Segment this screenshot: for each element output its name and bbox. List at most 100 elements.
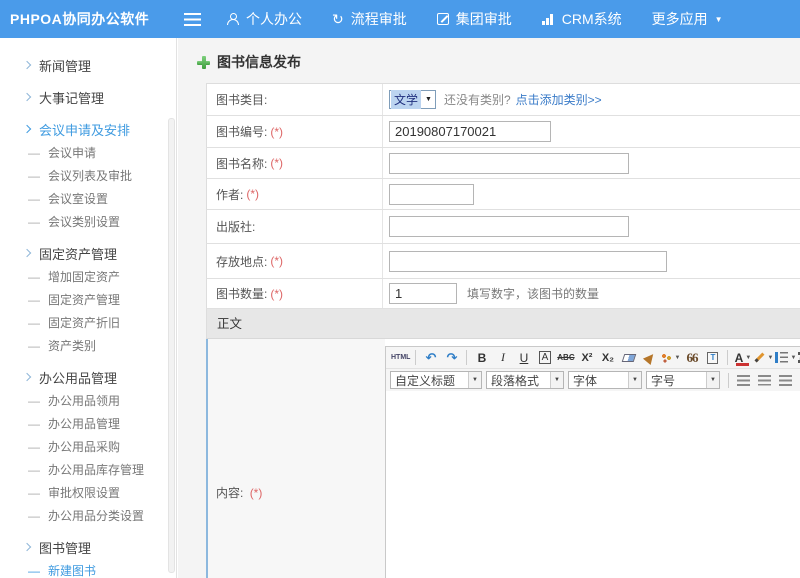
sidebar-item-21[interactable]: —新建图书 — [0, 559, 176, 578]
top-header: PHPOA协同办公软件 个人办公 ↻流程审批 集团审批 CRM系统 更多应用▼ — [0, 0, 800, 38]
sidebar-item-label: 办公用品库存管理 — [48, 461, 144, 478]
ordered-list-button[interactable]: ▼ — [775, 349, 796, 367]
chevron-down-icon: ▼ — [468, 372, 481, 388]
sidebar-item-5[interactable]: —会议列表及审批 — [0, 164, 176, 187]
sidebar-item-4[interactable]: —会议申请 — [0, 141, 176, 164]
font-style-box-button[interactable]: A — [535, 349, 554, 367]
bold-button[interactable]: B — [472, 349, 491, 367]
sidebar-item-label: 会议列表及审批 — [48, 167, 132, 184]
nav-item-2[interactable]: ↻流程审批 — [332, 9, 407, 29]
editor-content-area[interactable] — [386, 391, 800, 578]
sidebar-item-3[interactable]: 会议申请及安排 — [0, 117, 176, 141]
redo-button[interactable]: ↷ — [442, 349, 461, 367]
chart-icon — [542, 14, 555, 25]
field-input-6[interactable] — [389, 251, 667, 272]
bold-icon: B — [478, 351, 487, 365]
sidebar-item-label: 固定资产折旧 — [48, 314, 120, 331]
format-painter-button[interactable]: ▼ — [661, 349, 680, 367]
sidebar-item-label: 审批权限设置 — [48, 484, 120, 501]
sidebar-item-label: 增加固定资产 — [48, 268, 120, 285]
field-label-cell: 图书数量:(*) — [207, 279, 383, 308]
font-color-button[interactable]: A▼ — [733, 349, 752, 367]
sidebar-item-label: 图书管理 — [39, 538, 91, 557]
undo-button[interactable]: ↶ — [421, 349, 440, 367]
category-select-value: 文学 — [391, 90, 421, 109]
field-input-2[interactable] — [389, 121, 551, 142]
sidebar-item-label: 办公用品管理 — [48, 415, 120, 432]
nav-item-4[interactable]: CRM系统 — [542, 9, 622, 29]
sidebar-item-label: 会议类别设置 — [48, 213, 120, 230]
eraser-button[interactable] — [619, 349, 638, 367]
blockquote-button[interactable]: 66 — [682, 349, 701, 367]
dash-icon: — — [28, 339, 40, 353]
align-right-button[interactable] — [776, 371, 795, 389]
rich-text-editor: HTML↶↷BIUAABCX²X₂▼66TA▼▼▼▼ 自定义标题▼段落格式▼字体… — [385, 346, 800, 578]
undo-icon: ↶ — [426, 350, 437, 366]
sidebar-item-9[interactable]: — 增加固定资产 — [0, 265, 176, 288]
field-label: 图书编号: — [216, 123, 267, 140]
sidebar-item-18[interactable]: —审批权限设置 — [0, 481, 176, 504]
sidebar-item-7[interactable]: —会议类别设置 — [0, 210, 176, 233]
clear-format-button[interactable] — [640, 349, 659, 367]
superscript-button[interactable]: X² — [577, 349, 596, 367]
field-value-cell — [383, 210, 800, 243]
chevron-down-icon: ▼ — [674, 355, 680, 361]
sidebar-item-16[interactable]: —办公用品采购 — [0, 435, 176, 458]
sidebar-item-label: 办公用品分类设置 — [48, 507, 144, 524]
ordered-list-icon — [775, 352, 788, 363]
editor-select-4[interactable]: 字号▼ — [646, 371, 720, 389]
sidebar-item-8[interactable]: 固定资产管理 — [0, 241, 176, 265]
book-form: 图书类目:文学▼还没有类别?点击添加类别>>图书编号:(*)图书名称:(*)作者… — [206, 83, 800, 578]
app-logo: PHPOA协同办公软件 — [0, 9, 177, 29]
editor-select-3[interactable]: 字体▼ — [568, 371, 642, 389]
sidebar-scrollbar[interactable] — [168, 118, 175, 573]
italic-button[interactable]: I — [493, 349, 512, 367]
highlight-pen-button[interactable]: ▼ — [754, 349, 773, 367]
nav-item-1[interactable]: 个人办公 — [227, 9, 302, 29]
sidebar-item-15[interactable]: —办公用品管理 — [0, 412, 176, 435]
sidebar-item-1[interactable]: 新闻管理 — [0, 53, 176, 77]
align-center-button[interactable] — [755, 371, 774, 389]
dash-icon: — — [28, 270, 40, 284]
strikethrough-button[interactable]: ABC — [556, 349, 575, 367]
subscript-button[interactable]: X₂ — [598, 349, 617, 367]
sidebar-item-14[interactable]: —办公用品领用 — [0, 389, 176, 412]
nav-item-3[interactable]: 集团审批 — [437, 9, 512, 29]
field-input-4[interactable] — [389, 184, 474, 205]
paste-as-text-icon: T — [707, 352, 718, 364]
add-category-link[interactable]: 点击添加类别>> — [516, 91, 602, 108]
hamburger-icon[interactable] — [184, 13, 201, 26]
sidebar-item-12[interactable]: —资产类别 — [0, 334, 176, 357]
sidebar-item-19[interactable]: —办公用品分类设置 — [0, 504, 176, 527]
paste-as-text-button[interactable]: T — [703, 349, 722, 367]
field-input-7[interactable] — [389, 283, 457, 304]
field-input-5[interactable] — [389, 216, 629, 237]
sidebar-item-6[interactable]: —会议室设置 — [0, 187, 176, 210]
sidebar-item-17[interactable]: — 办公用品库存管理 — [0, 458, 176, 481]
dash-icon: — — [28, 463, 40, 477]
sidebar-item-label: 固定资产管理 — [39, 244, 117, 263]
align-left-button[interactable] — [734, 371, 753, 389]
field-hint: 填写数字，该图书的数量 — [467, 285, 599, 302]
editor-select-2[interactable]: 段落格式▼ — [486, 371, 564, 389]
category-select[interactable]: 文学▼ — [389, 90, 436, 109]
sidebar-item-10[interactable]: —固定资产管理 — [0, 288, 176, 311]
form-row-3: 图书名称:(*) — [206, 148, 800, 179]
sidebar-item-11[interactable]: —固定资产折旧 — [0, 311, 176, 334]
content-label: 内容: — [216, 486, 243, 500]
editor-select-1[interactable]: 自定义标题▼ — [390, 371, 482, 389]
sidebar-item-2[interactable]: 大事记管理 — [0, 85, 176, 109]
required-mark: (*) — [246, 187, 259, 201]
sidebar-item-13[interactable]: 办公用品管理 — [0, 365, 176, 389]
category-question: 还没有类别? — [444, 91, 511, 108]
form-row-6: 存放地点:(*) — [206, 244, 800, 279]
dash-icon: — — [28, 293, 40, 307]
sidebar-item-label: 办公用品采购 — [48, 438, 120, 455]
sidebar-item-20[interactable]: 图书管理 — [0, 535, 176, 559]
underline-button[interactable]: U — [514, 349, 533, 367]
nav-item-5[interactable]: 更多应用▼ — [652, 9, 723, 29]
field-value-cell — [383, 244, 800, 278]
source-code-button[interactable]: HTML — [391, 349, 410, 367]
field-input-3[interactable] — [389, 153, 629, 174]
toolbar-separator — [415, 350, 416, 365]
